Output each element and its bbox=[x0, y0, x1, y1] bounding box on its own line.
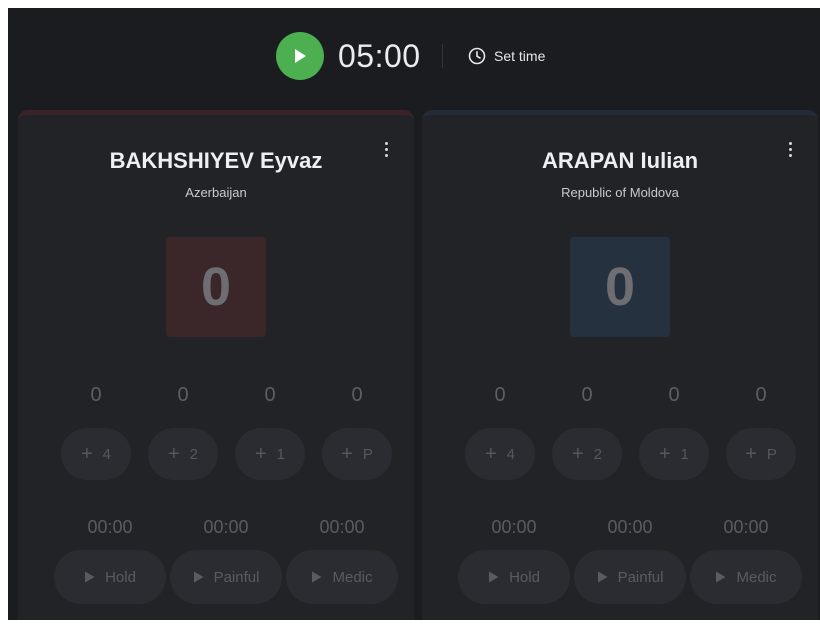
set-time-label: Set time bbox=[494, 48, 546, 64]
plus-icon: + bbox=[254, 443, 267, 465]
add-penalty-label: P bbox=[766, 445, 777, 463]
total-score: 0 bbox=[166, 237, 266, 337]
athlete-name: BAKHSHIYEV Eyvaz bbox=[109, 148, 323, 173]
plus-icon: + bbox=[745, 443, 757, 465]
set-time-button[interactable]: Set time bbox=[468, 44, 545, 68]
painful-time: 00:00 bbox=[607, 517, 653, 537]
plus-icon: + bbox=[80, 443, 93, 465]
count-4: 0 bbox=[494, 384, 506, 406]
add-2-label: 2 bbox=[189, 445, 199, 463]
medic-time: 00:00 bbox=[319, 517, 365, 537]
count-p: 0 bbox=[755, 384, 767, 406]
painful-time: 00:00 bbox=[203, 517, 249, 537]
hold-button[interactable]: Hold bbox=[458, 550, 570, 604]
timer-header: 05:00 Set time bbox=[8, 8, 820, 108]
action-buttons: Hold Painful Medic bbox=[18, 550, 414, 604]
plus-icon: + bbox=[167, 443, 180, 465]
scoreboard-app: 05:00 Set time BAKHSHIYEV Eyvaz Azerbaij… bbox=[8, 8, 820, 620]
count-1: 0 bbox=[668, 384, 680, 406]
athlete-country: Republic of Moldova bbox=[561, 185, 679, 200]
athlete-card-red: BAKHSHIYEV Eyvaz Azerbaijan 0 0 0 0 0 +4… bbox=[18, 110, 414, 620]
play-icon bbox=[85, 571, 95, 583]
score-buttons: +4 +2 +1 + P bbox=[18, 428, 414, 480]
play-icon bbox=[597, 571, 608, 583]
athlete-country: Azerbaijan bbox=[185, 185, 247, 200]
add-4-label: 4 bbox=[102, 445, 112, 463]
play-icon bbox=[312, 571, 322, 583]
athlete-name: ARAPAN Iulian bbox=[541, 148, 699, 173]
add-penalty-button[interactable]: + P bbox=[726, 428, 796, 480]
plus-icon: + bbox=[484, 443, 497, 465]
medic-button[interactable]: Medic bbox=[690, 550, 802, 604]
point-counts: 0 0 0 0 bbox=[18, 384, 414, 408]
point-counts: 0 0 0 0 bbox=[422, 384, 818, 408]
add-2-button[interactable]: +2 bbox=[148, 428, 218, 480]
timers-row: 00:00 00:00 00:00 bbox=[18, 517, 414, 539]
hold-label: Hold bbox=[105, 568, 136, 586]
add-4-button[interactable]: +4 bbox=[465, 428, 535, 480]
play-icon bbox=[716, 571, 726, 583]
add-2-label: 2 bbox=[593, 445, 603, 463]
clock-icon bbox=[468, 47, 486, 65]
play-icon bbox=[295, 49, 306, 63]
hold-time: 00:00 bbox=[87, 517, 133, 537]
plus-icon: + bbox=[658, 443, 671, 465]
score-buttons: +4 +2 +1 + P bbox=[422, 428, 818, 480]
hold-label: Hold bbox=[509, 568, 540, 586]
add-penalty-button[interactable]: + P bbox=[322, 428, 392, 480]
count-2: 0 bbox=[581, 384, 593, 406]
add-1-label: 1 bbox=[680, 445, 690, 463]
painful-label: Painful bbox=[617, 568, 664, 586]
painful-button[interactable]: Painful bbox=[170, 550, 282, 604]
count-1: 0 bbox=[264, 384, 276, 406]
add-4-button[interactable]: +4 bbox=[61, 428, 131, 480]
count-4: 0 bbox=[90, 384, 102, 406]
medic-label: Medic bbox=[332, 568, 373, 586]
hold-button[interactable]: Hold bbox=[54, 550, 166, 604]
play-icon bbox=[193, 571, 204, 583]
add-penalty-label: P bbox=[362, 445, 373, 463]
total-score: 0 bbox=[570, 237, 670, 337]
add-1-button[interactable]: +1 bbox=[235, 428, 305, 480]
painful-label: Painful bbox=[213, 568, 260, 586]
match-timer: 05:00 bbox=[338, 38, 421, 74]
count-p: 0 bbox=[351, 384, 363, 406]
medic-time: 00:00 bbox=[723, 517, 769, 537]
plus-icon: + bbox=[571, 443, 584, 465]
medic-label: Medic bbox=[736, 568, 777, 586]
count-2: 0 bbox=[177, 384, 189, 406]
timers-row: 00:00 00:00 00:00 bbox=[422, 517, 818, 539]
athlete-card-blue: ARAPAN Iulian Republic of Moldova 0 0 0 … bbox=[422, 110, 818, 620]
painful-button[interactable]: Painful bbox=[574, 550, 686, 604]
medic-button[interactable]: Medic bbox=[286, 550, 398, 604]
play-icon bbox=[489, 571, 499, 583]
add-1-label: 1 bbox=[276, 445, 286, 463]
plus-icon: + bbox=[341, 443, 353, 465]
hold-time: 00:00 bbox=[491, 517, 537, 537]
add-4-label: 4 bbox=[506, 445, 516, 463]
add-2-button[interactable]: +2 bbox=[552, 428, 622, 480]
header-divider bbox=[442, 44, 443, 68]
add-1-button[interactable]: +1 bbox=[639, 428, 709, 480]
start-timer-button[interactable] bbox=[276, 32, 324, 80]
action-buttons: Hold Painful Medic bbox=[422, 550, 818, 604]
